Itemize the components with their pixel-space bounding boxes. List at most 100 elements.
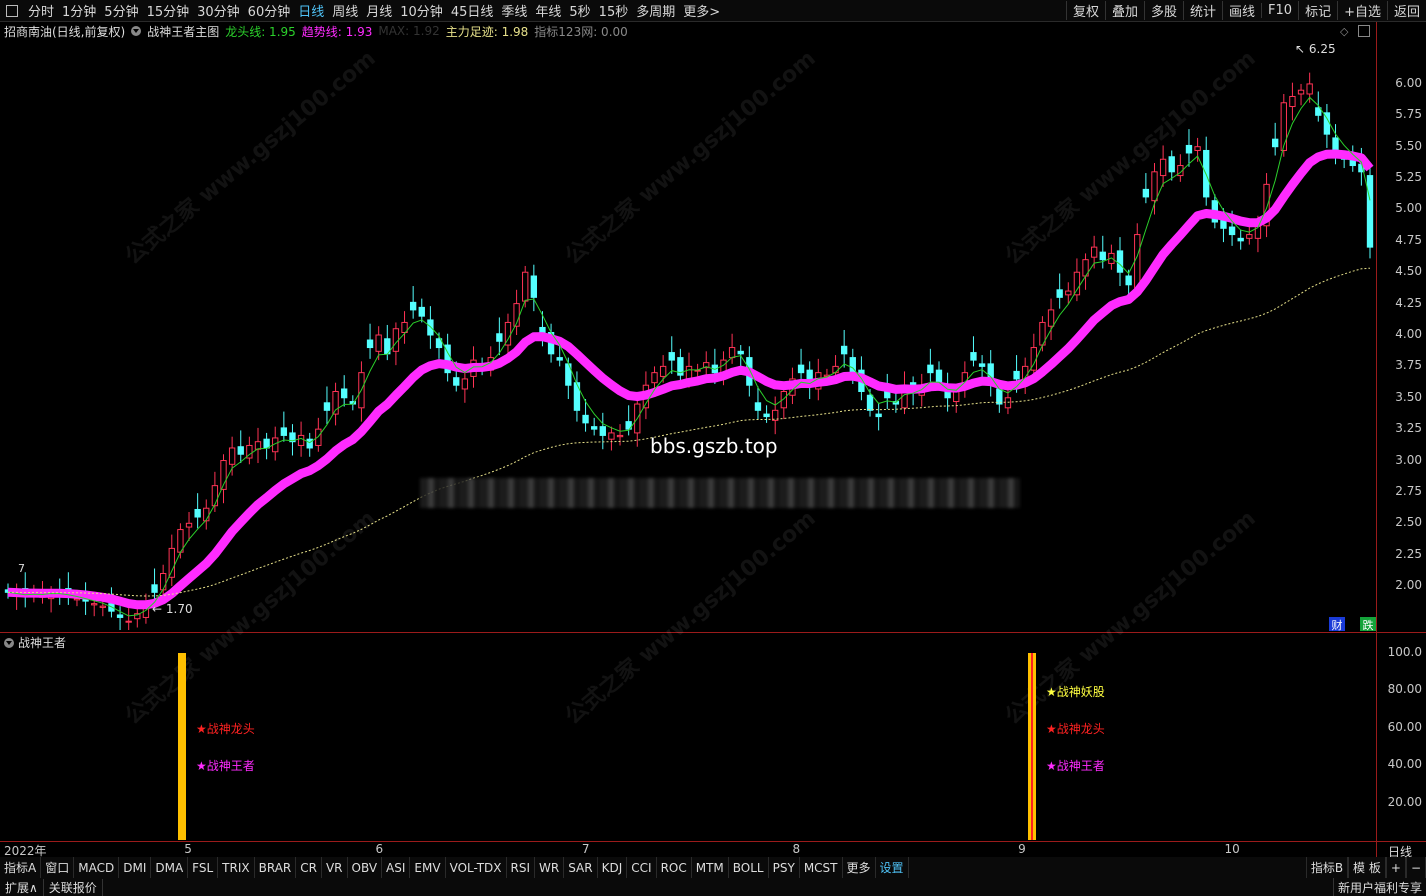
period-tab[interactable]: 周线	[328, 1, 362, 20]
candle-body	[1168, 156, 1175, 173]
tool-button[interactable]: 画线	[1222, 1, 1261, 20]
period-tab[interactable]: 分时	[24, 1, 58, 20]
period-tab[interactable]: 5分钟	[100, 1, 142, 20]
indicator-tab[interactable]: DMI	[119, 857, 152, 878]
maximize-icon[interactable]	[1358, 25, 1370, 37]
period-tab[interactable]: 10分钟	[396, 1, 447, 20]
signal-bar	[178, 653, 186, 840]
indicator-tab[interactable]: ASI	[382, 857, 411, 878]
candle-body	[168, 547, 175, 578]
candle-body	[927, 364, 934, 374]
indicator-tab[interactable]: RSI	[507, 857, 536, 878]
x-tick-label: 5	[184, 842, 192, 856]
indicator-tab[interactable]: SAR	[564, 857, 598, 878]
indicator-chart[interactable]	[0, 633, 1376, 841]
indicator-tab[interactable]: OBV	[348, 857, 383, 878]
panel-toggle-icon[interactable]	[6, 4, 18, 17]
candle-body	[556, 357, 563, 361]
right-tab[interactable]: −	[1405, 857, 1426, 878]
tool-button[interactable]: 多股	[1143, 1, 1183, 20]
indicator-tab[interactable]: BOLL	[729, 857, 769, 878]
period-tab[interactable]: 月线	[362, 1, 396, 20]
y-tick-label: 2.25	[1395, 546, 1422, 561]
indicator-tab[interactable]: WR	[535, 857, 565, 878]
right-tab[interactable]: 模 板	[1348, 857, 1386, 878]
indicator-tab[interactable]: EMV	[410, 857, 446, 878]
candle-body	[237, 446, 244, 455]
period-tab[interactable]: 日线	[294, 1, 328, 20]
indicator-tab[interactable]: CR	[296, 857, 322, 878]
indicator-tab[interactable]: TRIX	[218, 857, 255, 878]
chart-info-bar: 招商南油(日线,前复权) 战神王者主图 龙头线: 1.95 趋势线: 1.93 …	[0, 22, 634, 40]
ind-y-tick-label: 60.00	[1387, 719, 1422, 734]
ind-y-tick-label: 40.00	[1387, 757, 1422, 772]
indicator-tab[interactable]: DMA	[151, 857, 189, 878]
indicator-tab[interactable]: ROC	[657, 857, 692, 878]
main-force-value: 主力足迹: 1.98	[445, 24, 529, 39]
indicator-name[interactable]: 战神王者主图	[147, 23, 219, 40]
period-tab[interactable]: 15秒	[595, 1, 633, 20]
indicator-tab[interactable]: MACD	[74, 857, 120, 878]
y-tick-label: 2.00	[1395, 578, 1422, 593]
y-tick-label: 3.75	[1395, 358, 1422, 373]
indicator-tab[interactable]: BRAR	[255, 857, 297, 878]
finance-icon[interactable]: 财	[1329, 617, 1345, 632]
new-user-promo[interactable]: 新用户福利专享	[1332, 878, 1426, 896]
indicator-dropdown-icon[interactable]	[131, 26, 142, 36]
indicator-tab[interactable]: MTM	[692, 857, 729, 878]
candle-body	[1134, 234, 1141, 290]
pixelated-text	[420, 478, 1020, 508]
candle-body	[1013, 370, 1020, 380]
period-tab[interactable]: 15分钟	[143, 1, 194, 20]
candle-body	[659, 365, 667, 377]
period-tab[interactable]: 多周期	[632, 1, 679, 20]
indicator-tab[interactable]: FSL	[188, 857, 219, 878]
tool-button[interactable]: F10	[1261, 3, 1298, 18]
tool-button[interactable]: 统计	[1183, 1, 1222, 20]
candle-body	[159, 573, 167, 591]
diamond-icon[interactable]: ◇	[1340, 25, 1348, 38]
extension-tab[interactable]: 关联报价	[44, 878, 103, 896]
period-tabs: 分时 1分钟 5分钟 15分钟 30分钟 60分钟 日线 周线 月线 10分钟 45日线 季线 年线 5秒…	[24, 1, 724, 20]
period-tab[interactable]: 更多>	[679, 1, 724, 20]
candle-body	[935, 369, 943, 384]
period-tab[interactable]: 季线	[497, 1, 531, 20]
candle-body	[866, 394, 874, 411]
drop-icon[interactable]: 跌	[1360, 617, 1376, 632]
y-tick-label: 6.00	[1395, 75, 1422, 90]
indicator-tab[interactable]: 设置	[876, 857, 909, 878]
y-tick-label: 4.00	[1395, 327, 1422, 341]
candle-body	[263, 438, 270, 449]
dragon-line-value: 龙头线: 1.95	[225, 24, 296, 39]
indicator-tab[interactable]: KDJ	[598, 857, 628, 878]
indicator-tab[interactable]: PSY	[769, 857, 800, 878]
indicator-tab[interactable]: 指标A	[0, 857, 42, 878]
indicator-tab[interactable]: VR	[322, 857, 348, 878]
candle-body	[228, 447, 236, 465]
signal-left-0: ★战神龙头	[196, 722, 255, 736]
candle-body	[427, 319, 434, 336]
candlestick-chart[interactable]	[0, 40, 1376, 630]
period-tab[interactable]: 年线	[531, 1, 565, 20]
period-tab[interactable]: 45日线	[447, 1, 498, 20]
stock-name[interactable]: 招商南油(日线,前复权)	[4, 23, 125, 40]
right-tab[interactable]: +	[1385, 857, 1406, 878]
right-tab[interactable]: 指标B	[1305, 857, 1349, 878]
yaxis-divider	[1376, 22, 1377, 858]
period-tab[interactable]: 60分钟	[244, 1, 295, 20]
candle-body	[1272, 138, 1279, 148]
period-tab[interactable]: 30分钟	[193, 1, 244, 20]
indicator-tab[interactable]: CCI	[627, 857, 657, 878]
tool-button[interactable]: 复权	[1065, 1, 1105, 20]
indicator-tab[interactable]: 更多	[843, 857, 876, 878]
period-tab[interactable]: 1分钟	[58, 1, 100, 20]
x-tick-label: 6	[375, 842, 384, 856]
extension-tab[interactable]: 扩展∧	[0, 878, 44, 896]
tool-button[interactable]: 叠加	[1104, 1, 1144, 20]
indicator-tab[interactable]: MCST	[800, 857, 843, 878]
period-tab[interactable]: 5秒	[565, 1, 594, 20]
tool-button[interactable]: 标记	[1298, 1, 1337, 20]
indicator-tab[interactable]: VOL-TDX	[446, 857, 507, 878]
candle-body	[1047, 309, 1055, 327]
indicator-tab[interactable]: 窗口	[41, 857, 75, 878]
